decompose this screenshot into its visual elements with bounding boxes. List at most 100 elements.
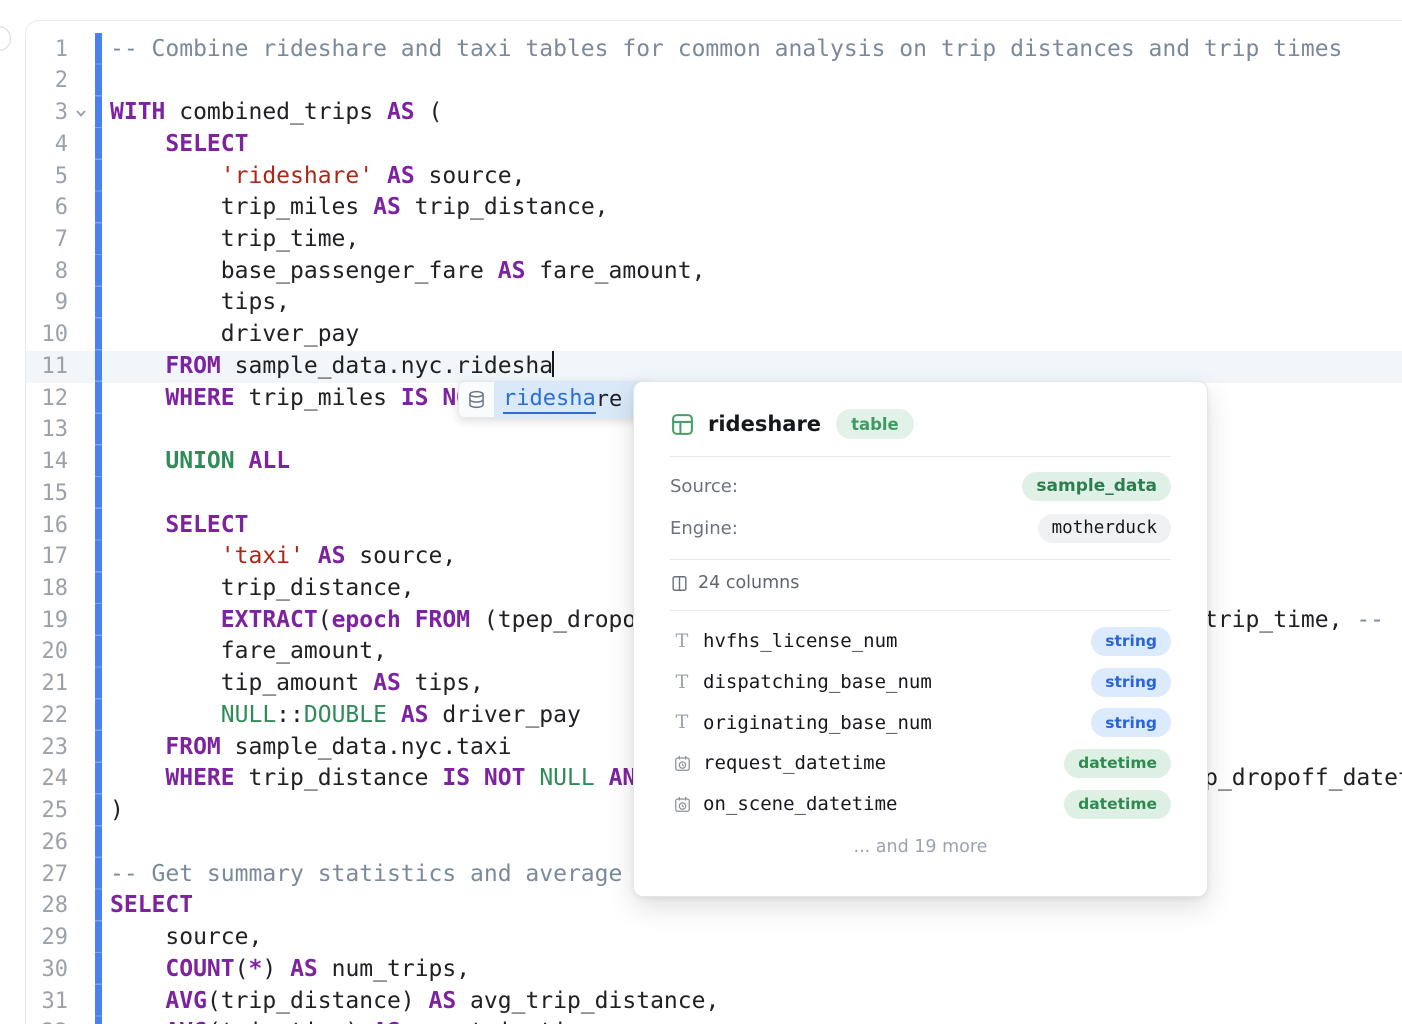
column-row[interactable]: on_scene_datetime datetime	[670, 784, 1171, 825]
line-number: 21	[25, 668, 68, 700]
line-number: 9	[25, 287, 68, 319]
sql-editor-screen: 1 -- Combine rideshare and taxi tables f…	[0, 0, 1402, 1024]
line-number: 18	[25, 573, 68, 605]
column-name: request_datetime	[703, 752, 1064, 774]
code-line[interactable]: 4 SELECT	[0, 129, 1402, 161]
code-text: SELECT	[110, 129, 248, 161]
fold-chevron-icon[interactable]	[72, 104, 94, 124]
code-line[interactable]: 30 COUNT(*) AS num_trips,	[0, 954, 1402, 986]
line-number: 28	[25, 890, 68, 922]
column-name: originating_base_num	[703, 712, 1091, 734]
line-number: 29	[25, 922, 68, 954]
code-text: AVG(trip_time) AS avg_trip_time,	[110, 1017, 609, 1024]
autocomplete-item-rideshare[interactable]: rideshare	[494, 381, 652, 418]
table-meta-row: Source: sample_data	[670, 465, 1171, 507]
line-number: 12	[25, 383, 68, 415]
code-text: 'taxi' AS source,	[110, 541, 456, 573]
line-number: 24	[25, 763, 68, 795]
autocomplete-popup: rideshare	[458, 381, 652, 418]
text-type-icon: T	[670, 673, 694, 692]
code-text: 'rideshare' AS source,	[110, 161, 525, 193]
code-text: base_passenger_fare AS fare_amount,	[110, 256, 705, 288]
database-icon	[458, 381, 494, 418]
table-info-panel: rideshare table Source: sample_data Engi…	[633, 381, 1208, 897]
line-number: 14	[25, 446, 68, 478]
autocomplete-rest-text: re	[596, 387, 623, 412]
line-number: 16	[25, 510, 68, 542]
line-number: 8	[25, 256, 68, 288]
code-text: SELECT	[110, 890, 193, 922]
line-number: 25	[25, 795, 68, 827]
line-number: 5	[25, 161, 68, 193]
meta-value-badge: sample_data	[1022, 472, 1171, 501]
datetime-icon	[670, 795, 694, 814]
table-meta-row: Engine: motherduck	[670, 507, 1171, 549]
columns-list: T hvfhs_license_num string T dispatching…	[670, 621, 1171, 824]
column-name: on_scene_datetime	[703, 793, 1064, 815]
line-number: 15	[25, 478, 68, 510]
code-text: FROM sample_data.nyc.taxi	[110, 732, 512, 764]
table-info-header: rideshare table	[670, 403, 1171, 445]
text-cursor	[552, 351, 554, 377]
more-columns-label[interactable]: ... and 19 more	[670, 826, 1171, 868]
line-number: 32	[25, 1017, 68, 1024]
line-number: 2	[25, 65, 68, 97]
autocomplete-matched-text: ridesha	[503, 386, 596, 414]
code-text: source,	[110, 922, 262, 954]
column-row[interactable]: T hvfhs_license_num string	[670, 621, 1171, 662]
code-text: SELECT	[110, 510, 248, 542]
datetime-icon	[670, 754, 694, 773]
code-text: trip_distance,	[110, 573, 415, 605]
line-number: 13	[25, 414, 68, 446]
code-text: COUNT(*) AS num_trips,	[110, 954, 470, 986]
code-text: AVG(trip_distance) AS avg_trip_distance,	[110, 986, 719, 1018]
code-text: tips,	[110, 287, 290, 319]
meta-label: Engine:	[670, 518, 738, 539]
meta-value-badge: motherduck	[1038, 514, 1171, 543]
code-text: NULL::DOUBLE AS driver_pay	[110, 700, 581, 732]
code-text: UNION ALL	[110, 446, 290, 478]
column-type-badge: string	[1091, 668, 1171, 697]
table-icon	[670, 412, 695, 437]
line-number: 23	[25, 732, 68, 764]
columns-count-label: 24 columns	[698, 573, 799, 593]
line-number: 10	[25, 319, 68, 351]
code-text: trip_time,	[110, 224, 359, 256]
table-meta-rows: Source: sample_data Engine: motherduck	[670, 465, 1171, 549]
column-row[interactable]: T originating_base_num string	[670, 702, 1171, 743]
column-row[interactable]: request_datetime datetime	[670, 743, 1171, 784]
code-line[interactable]: 1 -- Combine rideshare and taxi tables f…	[0, 34, 1402, 66]
code-text: )	[110, 795, 124, 827]
line-number: 3	[25, 97, 68, 129]
code-line[interactable]: 3 WITH combined_trips AS (	[0, 97, 1402, 129]
line-number: 26	[25, 827, 68, 859]
code-line[interactable]: 31 AVG(trip_distance) AS avg_trip_distan…	[0, 986, 1402, 1018]
code-line[interactable]: 9 tips,	[0, 287, 1402, 319]
line-number: 1	[25, 34, 68, 66]
line-number: 7	[25, 224, 68, 256]
line-number: 22	[25, 700, 68, 732]
table-type-badge: table	[836, 409, 914, 439]
code-line[interactable]: 7 trip_time,	[0, 224, 1402, 256]
line-number: 31	[25, 986, 68, 1018]
code-line[interactable]: 6 trip_miles AS trip_distance,	[0, 192, 1402, 224]
code-line[interactable]: 8 base_passenger_fare AS fare_amount,	[0, 256, 1402, 288]
code-line[interactable]: 11 FROM sample_data.nyc.ridesha	[0, 351, 1402, 383]
column-type-badge: datetime	[1064, 790, 1171, 819]
code-line[interactable]: 32 AVG(trip_time) AS avg_trip_time,	[0, 1017, 1402, 1024]
line-number: 30	[25, 954, 68, 986]
code-line[interactable]: 29 source,	[0, 922, 1402, 954]
column-name: hvfhs_license_num	[703, 630, 1091, 652]
line-number: 17	[25, 541, 68, 573]
column-row[interactable]: T dispatching_base_num string	[670, 662, 1171, 703]
code-line[interactable]: 5 'rideshare' AS source,	[0, 161, 1402, 193]
column-type-badge: string	[1091, 627, 1171, 656]
code-line[interactable]: 10 driver_pay	[0, 319, 1402, 351]
text-type-icon: T	[670, 632, 694, 651]
column-type-badge: string	[1091, 708, 1171, 737]
code-line[interactable]: 2	[0, 65, 1402, 97]
columns-icon	[670, 574, 689, 593]
line-number: 11	[25, 351, 68, 383]
code-text: tip_amount AS tips,	[110, 668, 484, 700]
line-number: 27	[25, 859, 68, 891]
